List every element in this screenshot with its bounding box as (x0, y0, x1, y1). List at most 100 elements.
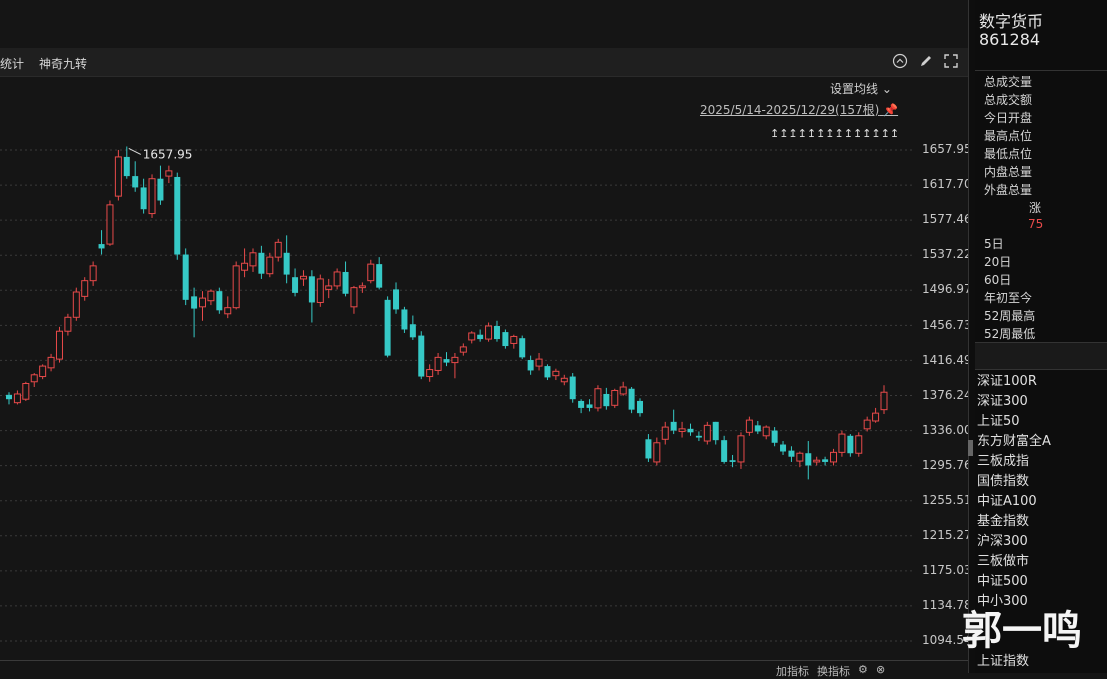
candle[interactable] (712, 421, 719, 445)
candle[interactable] (393, 282, 400, 314)
candle[interactable] (72, 287, 80, 321)
index-list-item[interactable]: 三板做市 (977, 550, 1029, 569)
candle[interactable] (81, 277, 89, 301)
candle[interactable] (140, 178, 147, 214)
candle[interactable] (661, 421, 669, 445)
index-list-item[interactable]: 上证50 (977, 410, 1020, 429)
candle[interactable] (880, 385, 888, 415)
index-list-item[interactable]: 深证100R (977, 370, 1037, 389)
candle[interactable] (594, 385, 602, 412)
candlestick-chart[interactable]: 1657.95 1657.95 1617.70 1577.46 1537.22 1496… (0, 77, 972, 660)
candle[interactable] (367, 259, 375, 284)
candle[interactable] (586, 399, 593, 412)
candle[interactable] (737, 432, 745, 469)
candle[interactable] (847, 434, 854, 457)
candle[interactable] (299, 270, 307, 286)
candle[interactable] (603, 387, 610, 410)
candle[interactable] (207, 289, 215, 306)
candle[interactable] (653, 437, 661, 466)
candle[interactable] (106, 200, 114, 246)
candle[interactable] (98, 230, 105, 255)
candle[interactable] (409, 315, 416, 340)
candle[interactable] (325, 278, 333, 299)
candle[interactable] (258, 245, 265, 279)
candle[interactable] (376, 257, 383, 290)
candle[interactable] (55, 326, 63, 363)
candle[interactable] (745, 416, 753, 436)
candle[interactable] (822, 456, 829, 466)
candle[interactable] (830, 448, 838, 466)
candle[interactable] (157, 165, 164, 205)
candle[interactable] (283, 235, 290, 284)
candle[interactable] (401, 306, 408, 333)
settings-icon[interactable]: ⚙ (858, 663, 868, 676)
candle[interactable] (342, 261, 349, 297)
candle[interactable] (560, 374, 568, 386)
candle[interactable] (519, 335, 526, 360)
candle[interactable] (813, 456, 821, 466)
candle[interactable] (358, 282, 366, 293)
candle[interactable] (477, 329, 484, 342)
candle[interactable] (47, 353, 55, 372)
candle[interactable] (544, 364, 551, 381)
candle[interactable] (645, 434, 652, 462)
candle[interactable] (434, 353, 442, 375)
candle[interactable] (863, 416, 871, 432)
candle[interactable] (6, 392, 12, 405)
candle[interactable] (266, 252, 274, 278)
candle[interactable] (771, 427, 778, 447)
collapse-icon[interactable] (892, 53, 908, 69)
candle[interactable] (426, 364, 434, 382)
candle[interactable] (451, 353, 459, 379)
candle[interactable] (780, 441, 787, 455)
candle[interactable] (292, 268, 299, 297)
index-list-item[interactable]: 东方财富全A (977, 430, 1051, 449)
add-indicator-button[interactable]: 加指标 (776, 663, 809, 679)
candle[interactable] (132, 161, 139, 192)
candle[interactable] (754, 420, 761, 435)
candle[interactable] (249, 248, 257, 272)
candle[interactable] (611, 388, 619, 408)
candle[interactable] (510, 334, 518, 349)
candle[interactable] (493, 320, 500, 342)
candle[interactable] (788, 446, 795, 462)
candle[interactable] (628, 386, 635, 414)
candle[interactable] (703, 421, 711, 445)
index-list-item[interactable]: 沪深300 (977, 530, 1028, 549)
candle[interactable] (64, 313, 72, 336)
candle[interactable] (174, 172, 181, 260)
candle[interactable] (459, 343, 467, 356)
candle[interactable] (805, 441, 812, 480)
candle[interactable] (224, 296, 232, 319)
candle[interactable] (552, 368, 560, 381)
fullscreen-icon[interactable] (943, 53, 959, 69)
close-icon[interactable]: ⊗ (876, 663, 885, 676)
candle[interactable] (182, 248, 189, 306)
candle[interactable] (637, 398, 644, 417)
index-list-item[interactable]: 国债指数 (977, 470, 1029, 489)
candle[interactable] (114, 149, 122, 201)
index-list-item[interactable]: 基金指数 (977, 510, 1029, 529)
candle[interactable] (274, 238, 282, 262)
candle[interactable] (333, 268, 341, 290)
candle[interactable] (762, 425, 770, 440)
candle[interactable] (316, 274, 324, 307)
index-list-item[interactable]: 中证A100 (977, 490, 1037, 509)
candle[interactable] (350, 285, 358, 314)
candle[interactable] (687, 423, 694, 436)
candle[interactable] (89, 261, 97, 286)
candle[interactable] (443, 352, 450, 367)
collapse-handle[interactable] (968, 440, 973, 456)
candle[interactable] (619, 381, 627, 396)
candle[interactable] (39, 364, 47, 380)
candle[interactable] (13, 390, 21, 405)
candle[interactable] (502, 329, 509, 349)
candle[interactable] (165, 165, 173, 184)
candle[interactable] (527, 355, 534, 375)
candle[interactable] (123, 146, 130, 179)
candle[interactable] (838, 430, 846, 457)
candle[interactable] (199, 291, 207, 321)
stats-tab[interactable]: 统计 (0, 55, 24, 72)
candle[interactable] (569, 373, 576, 403)
candle[interactable] (578, 399, 585, 414)
